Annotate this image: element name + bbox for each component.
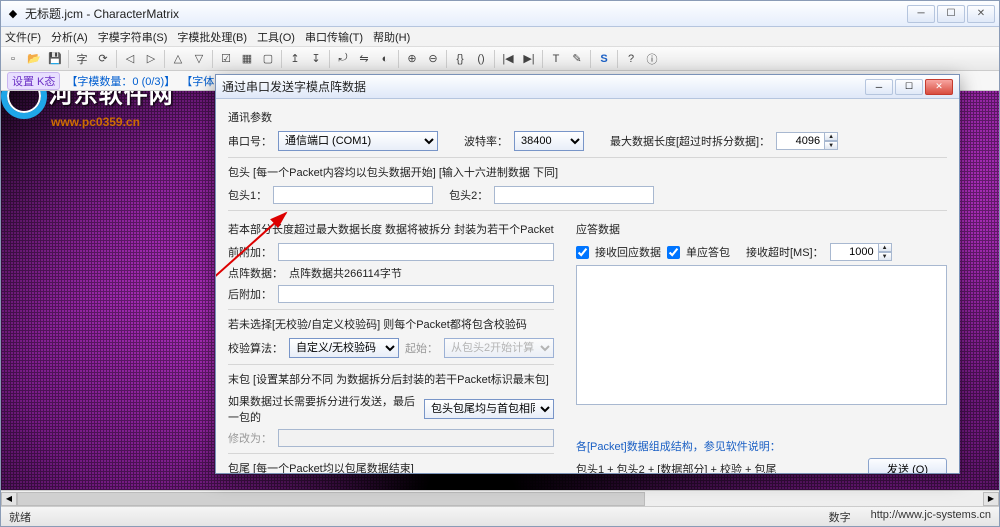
resp-to-label: 接收超时[MS]：	[746, 244, 824, 260]
window-title: 无标题.jcm - CharacterMatrix	[25, 5, 907, 22]
tail-mod-input	[278, 429, 554, 447]
tool-brace-icon[interactable]: ()	[471, 49, 491, 69]
foot-note: 包尾 [每一个Packet均以包尾数据结束]	[228, 460, 554, 473]
close-button[interactable]: ✕	[967, 5, 995, 23]
tail-if: 如果数据过长需要拆分进行发送，最后一包的	[228, 393, 418, 425]
port-label: 串口号：	[228, 133, 272, 149]
menubar: 文件(F) 分析(A) 字模字符串(S) 字模批处理(B) 工具(O) 串口传输…	[1, 27, 999, 47]
resp-heading: 应答数据	[576, 221, 947, 237]
tool-up-icon[interactable]: △	[168, 49, 188, 69]
tail-select[interactable]: 包头包尾均与首包相同	[424, 399, 554, 419]
tool-check-icon[interactable]: ☑	[216, 49, 236, 69]
serial-send-dialog: 通过串口发送字模点阵数据 ─ ☐ ✕ 通讯参数 串口号： 通信端口 (COM1)…	[215, 74, 960, 474]
tool-serial-icon[interactable]: S	[594, 49, 614, 69]
menu-serial[interactable]: 串口传输(T)	[305, 29, 363, 45]
tool-grid-icon[interactable]: ▦	[237, 49, 257, 69]
send-button[interactable]: 发送 (O)	[868, 458, 947, 473]
scroll-right-icon[interactable]: ▶	[983, 492, 999, 506]
menu-tools[interactable]: 工具(O)	[257, 29, 295, 45]
tool-zoom-in-icon[interactable]: ⊕	[402, 49, 422, 69]
tool-rotate-icon[interactable]: ⤾	[333, 49, 353, 69]
menu-help[interactable]: 帮助(H)	[373, 29, 410, 45]
tool-code-icon[interactable]: {}	[450, 49, 470, 69]
chk-select[interactable]: 自定义/无校验码	[289, 338, 399, 358]
dialog-minimize-button[interactable]: ─	[865, 79, 893, 95]
tail-note: 末包 [设置某部分不同 为数据拆分后封装的若干Packet标识最末包]	[228, 371, 554, 387]
minimize-button[interactable]: ─	[907, 5, 935, 23]
statusbar: 就绪 数字 http://www.jc-systems.cn	[1, 506, 999, 526]
tool-first-icon[interactable]: |◀	[498, 49, 518, 69]
horizontal-scrollbar[interactable]: ◀ ▶	[1, 490, 999, 506]
params-heading: 通讯参数	[228, 109, 947, 125]
tool-help-icon[interactable]: ?	[621, 49, 641, 69]
suffix-label: 后附加：	[228, 286, 272, 302]
menu-file[interactable]: 文件(F)	[5, 29, 41, 45]
resp-chk2[interactable]	[667, 246, 680, 259]
baud-label: 波特率：	[464, 133, 508, 149]
toolbar: ▫ 📂 💾 字 ⟳ ◁ ▷ △ ▽ ☑ ▦ ▢ ↥ ↧ ⤾ ⇋ ◐ ⊕ ⊖ {}…	[1, 47, 999, 71]
chk-from-label: 起始：	[405, 340, 438, 356]
head-note: 包头 [每一个Packet内容均以包头数据开始] [输入十六进制数据 下同]	[228, 164, 947, 180]
tool-flip-icon[interactable]: ⇋	[354, 49, 374, 69]
prefix-label: 前附加：	[228, 244, 272, 260]
pkt-note-link[interactable]: 各[Packet]数据组成结构，参见软件说明：	[576, 438, 781, 454]
chk-from-select: 从包头2开始计算	[444, 338, 554, 358]
head2-input[interactable]	[494, 186, 654, 204]
status-text: 就绪	[9, 509, 829, 525]
resp-chk2-label: 单应答包	[686, 244, 730, 260]
tool-right-icon[interactable]: ▷	[141, 49, 161, 69]
tool-open-icon[interactable]: 📂	[24, 49, 44, 69]
matrix-label: 点阵数据：	[228, 265, 283, 281]
tool-save-icon[interactable]: 💾	[45, 49, 65, 69]
menu-analyze[interactable]: 分析(A)	[51, 29, 88, 45]
tool-export-icon[interactable]: ↥	[285, 49, 305, 69]
tool-last-icon[interactable]: ▶|	[519, 49, 539, 69]
dialog-maximize-button[interactable]: ☐	[895, 79, 923, 95]
baud-select[interactable]: 38400	[514, 131, 584, 151]
menu-batch[interactable]: 字模批处理(B)	[177, 29, 247, 45]
status-url: http://www.jc-systems.cn	[871, 509, 991, 525]
head2-label: 包头2：	[449, 187, 488, 203]
resp-chk1-label: 接收回应数据	[595, 244, 661, 260]
app-icon: ◆	[5, 6, 21, 22]
maxlen-spinner[interactable]: ▲▼	[776, 132, 838, 150]
tool-wand-icon[interactable]: ✎	[567, 49, 587, 69]
tool-import-icon[interactable]: ↧	[306, 49, 326, 69]
matrix-value: 点阵数据共266114字节	[289, 265, 402, 281]
tool-new-icon[interactable]: ▫	[3, 49, 23, 69]
head1-label: 包头1：	[228, 187, 267, 203]
split-note: 若本部分长度超过最大数据长度 数据将被拆分 封装为若干个Packet	[228, 221, 554, 237]
head1-input[interactable]	[273, 186, 433, 204]
info-badge: 设置 K态	[7, 72, 60, 90]
tool-down-icon[interactable]: ▽	[189, 49, 209, 69]
tool-text-icon[interactable]: T	[546, 49, 566, 69]
resp-chk1[interactable]	[576, 246, 589, 259]
dialog-close-button[interactable]: ✕	[925, 79, 953, 95]
chk-label: 校验算法：	[228, 340, 283, 356]
maximize-button[interactable]: ☐	[937, 5, 965, 23]
maxlen-label: 最大数据长度[超过时拆分数据]：	[610, 133, 770, 149]
tool-zoom-out-icon[interactable]: ⊖	[423, 49, 443, 69]
menu-string[interactable]: 字模字符串(S)	[98, 29, 168, 45]
tool-border-icon[interactable]: ▢	[258, 49, 278, 69]
tool-about-icon[interactable]: ⓘ	[642, 49, 662, 69]
main-titlebar: ◆ 无标题.jcm - CharacterMatrix ─ ☐ ✕	[1, 1, 999, 27]
tool-font-icon[interactable]: 字	[72, 49, 92, 69]
prefix-input[interactable]	[278, 243, 554, 261]
tool-invert-icon[interactable]: ◐	[375, 49, 395, 69]
port-select[interactable]: 通信端口 (COM1)	[278, 131, 438, 151]
dialog-title: 通过串口发送字模点阵数据	[222, 78, 865, 95]
tail-mod-label: 修改为：	[228, 430, 272, 446]
resp-textarea[interactable]	[576, 265, 947, 405]
tool-left-icon[interactable]: ◁	[120, 49, 140, 69]
pkt-fmt: 包头1 + 包头2 + [数据部分] + 校验 + 包尾	[576, 461, 777, 473]
chk-note: 若未选择[无校验/自定义校验码] 则每个Packet都将包含校验码	[228, 316, 554, 332]
tool-refresh-icon[interactable]: ⟳	[93, 49, 113, 69]
scroll-thumb[interactable]	[17, 492, 645, 506]
suffix-input[interactable]	[278, 285, 554, 303]
scroll-left-icon[interactable]: ◀	[1, 492, 17, 506]
resp-to-spinner[interactable]: ▲▼	[830, 243, 892, 261]
status-num: 数字	[829, 509, 851, 525]
